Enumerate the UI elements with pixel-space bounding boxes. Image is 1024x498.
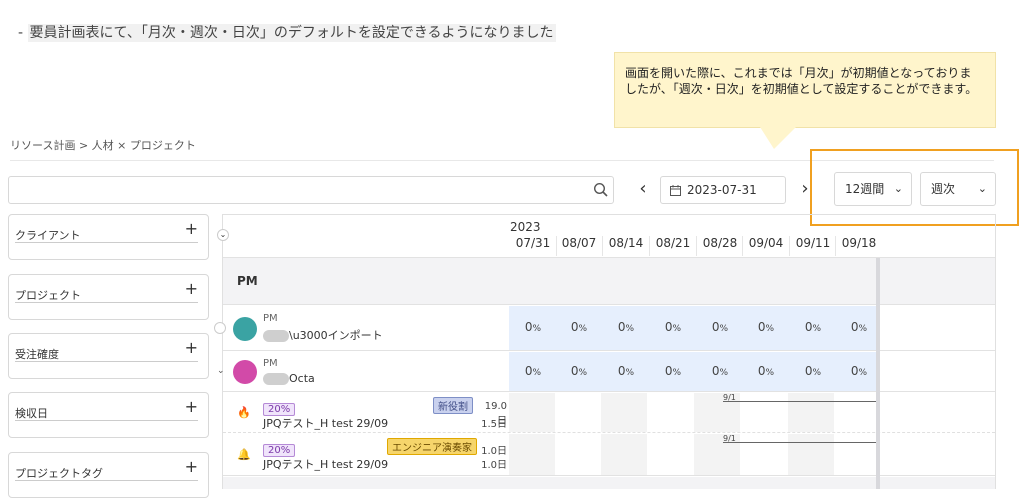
filter-label: 受注確度 [15, 348, 59, 361]
timeline-stripe [788, 434, 834, 475]
timeline-column: 07/31 [515, 236, 551, 250]
timeline-stripe [509, 434, 555, 475]
filter-client[interactable]: クライアント + [8, 214, 209, 260]
alloc-cell[interactable]: 0% [510, 364, 556, 378]
timeline-stripe [601, 434, 647, 475]
timeline-year: 2023 [510, 220, 541, 234]
person-name-wrap[interactable]: Octa [263, 372, 315, 385]
alloc-cell[interactable]: 0% [603, 364, 649, 378]
plus-icon[interactable]: + [185, 279, 198, 298]
callout-tail [760, 127, 796, 149]
timeline-column: 08/28 [702, 236, 738, 250]
column-separator [696, 236, 697, 256]
alloc-cell[interactable]: 0% [743, 320, 789, 334]
prev-button[interactable]: ‹ [632, 176, 654, 204]
person-name: Octa [289, 372, 315, 385]
person-name: \u3000インポート [289, 329, 383, 342]
alloc-cell[interactable]: 0% [510, 320, 556, 334]
section-label: PM [237, 274, 258, 288]
plus-icon[interactable]: + [185, 338, 198, 357]
alloc-cell[interactable]: 0% [603, 320, 649, 334]
alloc-cell[interactable]: 0% [790, 320, 836, 334]
collapse-toggle-icon[interactable]: ⌄ [217, 229, 229, 241]
filter-label: 検収日 [15, 407, 48, 420]
alloc-cell[interactable]: 0% [650, 364, 696, 378]
filter-project[interactable]: プロジェクト + [8, 274, 209, 320]
timeline-column: 09/04 [748, 236, 784, 250]
assignment-pct: 20% [263, 397, 296, 416]
alloc-cell[interactable]: 0% [650, 320, 696, 334]
timeline-column: 08/21 [655, 236, 691, 250]
filter-project-tag[interactable]: プロジェクトタグ + [8, 452, 209, 498]
timeline-column: 09/11 [795, 236, 831, 250]
column-separator [556, 236, 557, 256]
breadcrumb[interactable]: リソース計画 > 人材 × プロジェクト [10, 137, 196, 153]
filter-label: クライアント [15, 229, 81, 242]
filter-underline [15, 420, 198, 421]
deadline-line [723, 442, 877, 443]
column-separator [602, 236, 603, 256]
assignment-pct: 20% [263, 438, 296, 457]
callout-box: 画面を開いた際に、これまでは「月次」が初期値となっておりましたが、「週次・日次」… [614, 52, 996, 128]
days-week: 1.5日 [481, 419, 507, 430]
plus-icon[interactable]: + [185, 397, 198, 416]
note-text: 要員計画表にて、「月次・週次・日次」のデフォルトを設定できるようになりました [27, 24, 556, 42]
fire-icon: 🔥 [237, 406, 251, 419]
search-icon[interactable] [593, 182, 609, 198]
timeline-column: 09/18 [841, 236, 877, 250]
column-separator [789, 236, 790, 256]
filter-underline [15, 480, 198, 481]
person-name-wrap[interactable]: \u3000インポート [263, 327, 383, 343]
date-value: 2023-07-31 [687, 183, 757, 197]
person-role: PM [263, 358, 278, 369]
avatar [233, 360, 257, 384]
avatar [233, 317, 257, 341]
timeline-column: 08/14 [608, 236, 644, 250]
alloc-cell[interactable]: 0% [556, 364, 602, 378]
plus-icon[interactable]: + [185, 219, 198, 238]
days-total: 1.0日 [481, 446, 507, 457]
alloc-cell[interactable]: 0% [743, 364, 789, 378]
alloc-cell[interactable]: 0% [556, 320, 602, 334]
deadline-line [723, 401, 877, 402]
assignment-title[interactable]: JPQテスト_H test 29/09 [263, 456, 388, 472]
search-input[interactable] [8, 176, 614, 204]
filter-underline [15, 302, 198, 303]
alloc-cell[interactable]: 0% [697, 364, 743, 378]
role-tag: エンジニア演奏家 [387, 438, 477, 455]
filter-underline [15, 242, 198, 243]
release-note: - 要員計画表にて、「月次・週次・日次」のデフォルトを設定できるようになりました [18, 22, 556, 42]
alloc-cell[interactable]: 0% [790, 364, 836, 378]
filter-label: プロジェクト [15, 289, 81, 302]
note-prefix: - [18, 25, 24, 41]
role-tag: 新役割 [433, 397, 473, 414]
date-picker[interactable]: 2023-07-31 [660, 176, 786, 204]
filter-order-probability[interactable]: 受注確度 + [8, 333, 209, 379]
days-week: 1.0日 [481, 460, 507, 471]
timeline-column: 08/07 [561, 236, 597, 250]
timeline-stripe [788, 393, 834, 432]
column-separator [649, 236, 650, 256]
filter-label: プロジェクトタグ [15, 467, 103, 480]
assignment-title[interactable]: JPQテスト_H test 29/09 [263, 415, 388, 431]
person-role: PM [263, 313, 278, 324]
calendar-icon [670, 185, 681, 196]
filter-acceptance-date[interactable]: 検収日 + [8, 392, 209, 438]
row-toggle-icon[interactable] [214, 322, 226, 334]
filter-underline [15, 361, 198, 362]
timeline-stripe [509, 393, 555, 432]
column-separator [742, 236, 743, 256]
bell-icon: 🔔 [237, 448, 251, 461]
callout-text: 画面を開いた際に、これまでは「月次」が初期値となっておりましたが、「週次・日次」… [625, 66, 978, 96]
column-separator [835, 236, 836, 256]
timeline-stripe [601, 393, 647, 432]
expand-chevron-icon[interactable]: ⌄ [217, 366, 225, 376]
redacted-name [263, 330, 289, 342]
plus-icon[interactable]: + [185, 457, 198, 476]
timeline-scrollbar[interactable] [876, 258, 880, 489]
redacted-name [263, 373, 289, 385]
alloc-cell[interactable]: 0% [697, 320, 743, 334]
